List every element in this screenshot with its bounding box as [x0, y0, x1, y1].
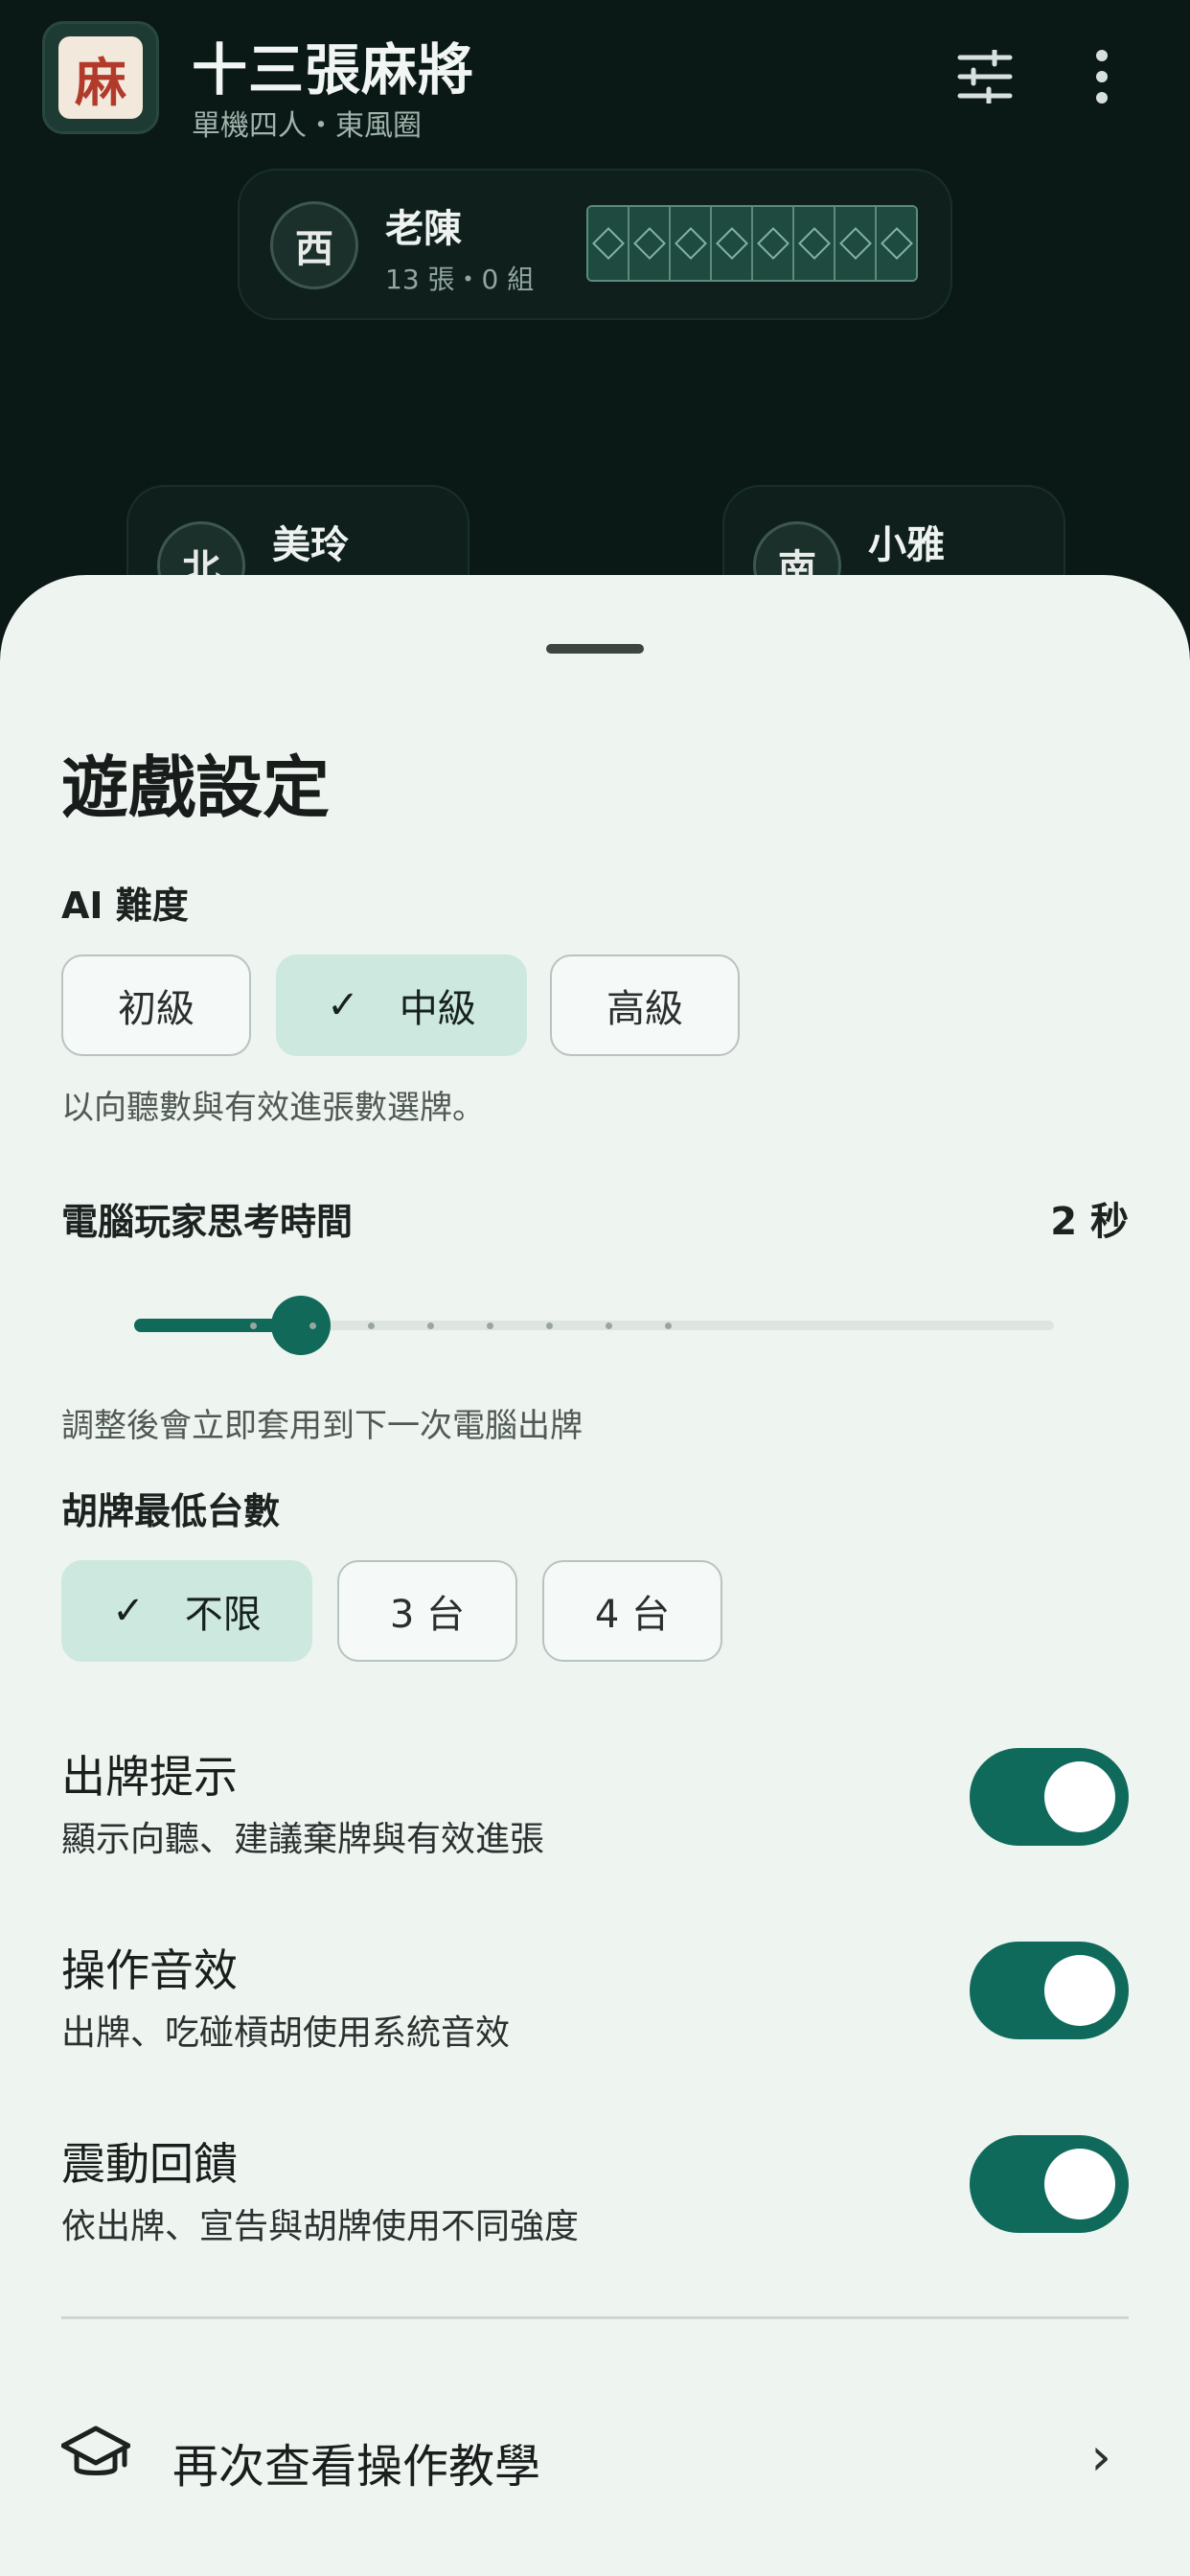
chevron-right-icon: › [1090, 2426, 1111, 2487]
chip-label: 不限 [184, 1593, 262, 1637]
chip-label: 初級 [118, 987, 195, 1031]
ai-difficulty-label: AI 難度 [61, 885, 189, 927]
tune-icon [957, 50, 1013, 104]
divider [61, 2316, 1129, 2319]
ai-difficulty-helper: 以向聽數與有效進張數選牌。 [61, 1089, 485, 1127]
think-time-helper: 調整後會立即套用到下一次電腦出牌 [61, 1407, 583, 1445]
chip-ai-advanced[interactable]: 高級 [550, 954, 740, 1056]
haptics-switch[interactable] [970, 2135, 1129, 2233]
chip-tai-unlimited[interactable]: ✓ 不限 [61, 1560, 312, 1662]
toggle-row-sound-effects[interactable]: 操作音效 出牌、吃碰槓胡使用系統音效 [61, 1936, 1129, 2080]
opponent-name: 老陳 [385, 207, 462, 251]
think-time-value: 2 秒 [1050, 1200, 1129, 1244]
slider-tick [664, 1322, 672, 1329]
chip-ai-beginner[interactable]: 初級 [61, 954, 251, 1056]
check-icon: ✓ [112, 1589, 145, 1633]
more-vert-icon [1096, 50, 1108, 104]
opponent-name: 美玲 [272, 523, 349, 567]
tile-back [629, 207, 671, 280]
seat-badge: 西 [270, 201, 358, 289]
app-logo: 麻 [42, 21, 159, 134]
tutorial-row[interactable]: 再次查看操作教學 › [61, 2405, 1129, 2511]
opponent-meta: 13 張・0 組 [385, 264, 535, 295]
chip-tai-3[interactable]: 3 台 [337, 1560, 517, 1662]
opponent-hand-tiles [586, 205, 918, 282]
tile-back [794, 207, 835, 280]
tutorial-label: 再次查看操作教學 [172, 2440, 541, 2494]
more-button[interactable] [1073, 40, 1131, 113]
slider-tick [605, 1322, 612, 1329]
tile-back [835, 207, 877, 280]
sound-effects-switch[interactable] [970, 1942, 1129, 2039]
check-icon: ✓ [327, 983, 359, 1027]
opponent-name: 小雅 [868, 523, 945, 567]
tile-back [712, 207, 753, 280]
chip-ai-intermediate[interactable]: ✓ 中級 [276, 954, 527, 1056]
app-logo-glyph: 麻 [58, 36, 143, 119]
toggle-subtitle: 依出牌、宣告與胡牌使用不同強度 [61, 2207, 580, 2246]
chip-tai-4[interactable]: 4 台 [542, 1560, 722, 1662]
slider-tick [309, 1322, 316, 1329]
app-title: 十三張麻將 [192, 37, 475, 103]
school-icon [61, 2426, 130, 2475]
drag-handle[interactable] [546, 644, 644, 654]
switch-knob [1044, 1955, 1115, 2026]
chip-label: 3 台 [389, 1593, 466, 1637]
opponent-top-card: 西 老陳 13 張・0 組 [238, 169, 952, 320]
tile-back [588, 207, 629, 280]
tune-button[interactable] [949, 40, 1021, 113]
tile-back [671, 207, 712, 280]
toggle-title: 出牌提示 [61, 1751, 238, 1803]
chip-label: 高級 [606, 987, 683, 1031]
tile-back [877, 207, 916, 280]
app-subtitle: 單機四人・東風圈 [192, 109, 422, 143]
toggle-subtitle: 出牌、吃碰槓胡使用系統音效 [61, 2013, 511, 2053]
toggle-title: 震動回饋 [61, 2138, 238, 2190]
slider-tick [249, 1322, 257, 1329]
settings-sheet: 遊戲設定 AI 難度 初級 ✓ 中級 高級 以向聽數與有效進張數選牌。 電腦玩家… [0, 575, 1190, 2576]
switch-knob [1044, 2149, 1115, 2220]
slider-tick [546, 1322, 554, 1329]
toggle-subtitle: 顯示向聽、建議棄牌與有效進張 [61, 1820, 545, 1859]
chip-label: 4 台 [594, 1593, 671, 1637]
play-hints-switch[interactable] [970, 1748, 1129, 1846]
think-time-label: 電腦玩家思考時間 [61, 1201, 354, 1243]
tile-back [753, 207, 794, 280]
toggle-row-haptics[interactable]: 震動回饋 依出牌、宣告與胡牌使用不同強度 [61, 2129, 1129, 2273]
switch-knob [1044, 1761, 1115, 1832]
chip-label: 中級 [399, 987, 476, 1031]
toggle-title: 操作音效 [61, 1944, 238, 1996]
toggle-row-play-hints[interactable]: 出牌提示 顯示向聽、建議棄牌與有效進張 [61, 1742, 1129, 1886]
sheet-title: 遊戲設定 [61, 748, 330, 827]
think-time-slider[interactable] [134, 1292, 1054, 1359]
slider-thumb[interactable] [270, 1296, 331, 1355]
min-tai-label: 胡牌最低台數 [61, 1490, 281, 1532]
